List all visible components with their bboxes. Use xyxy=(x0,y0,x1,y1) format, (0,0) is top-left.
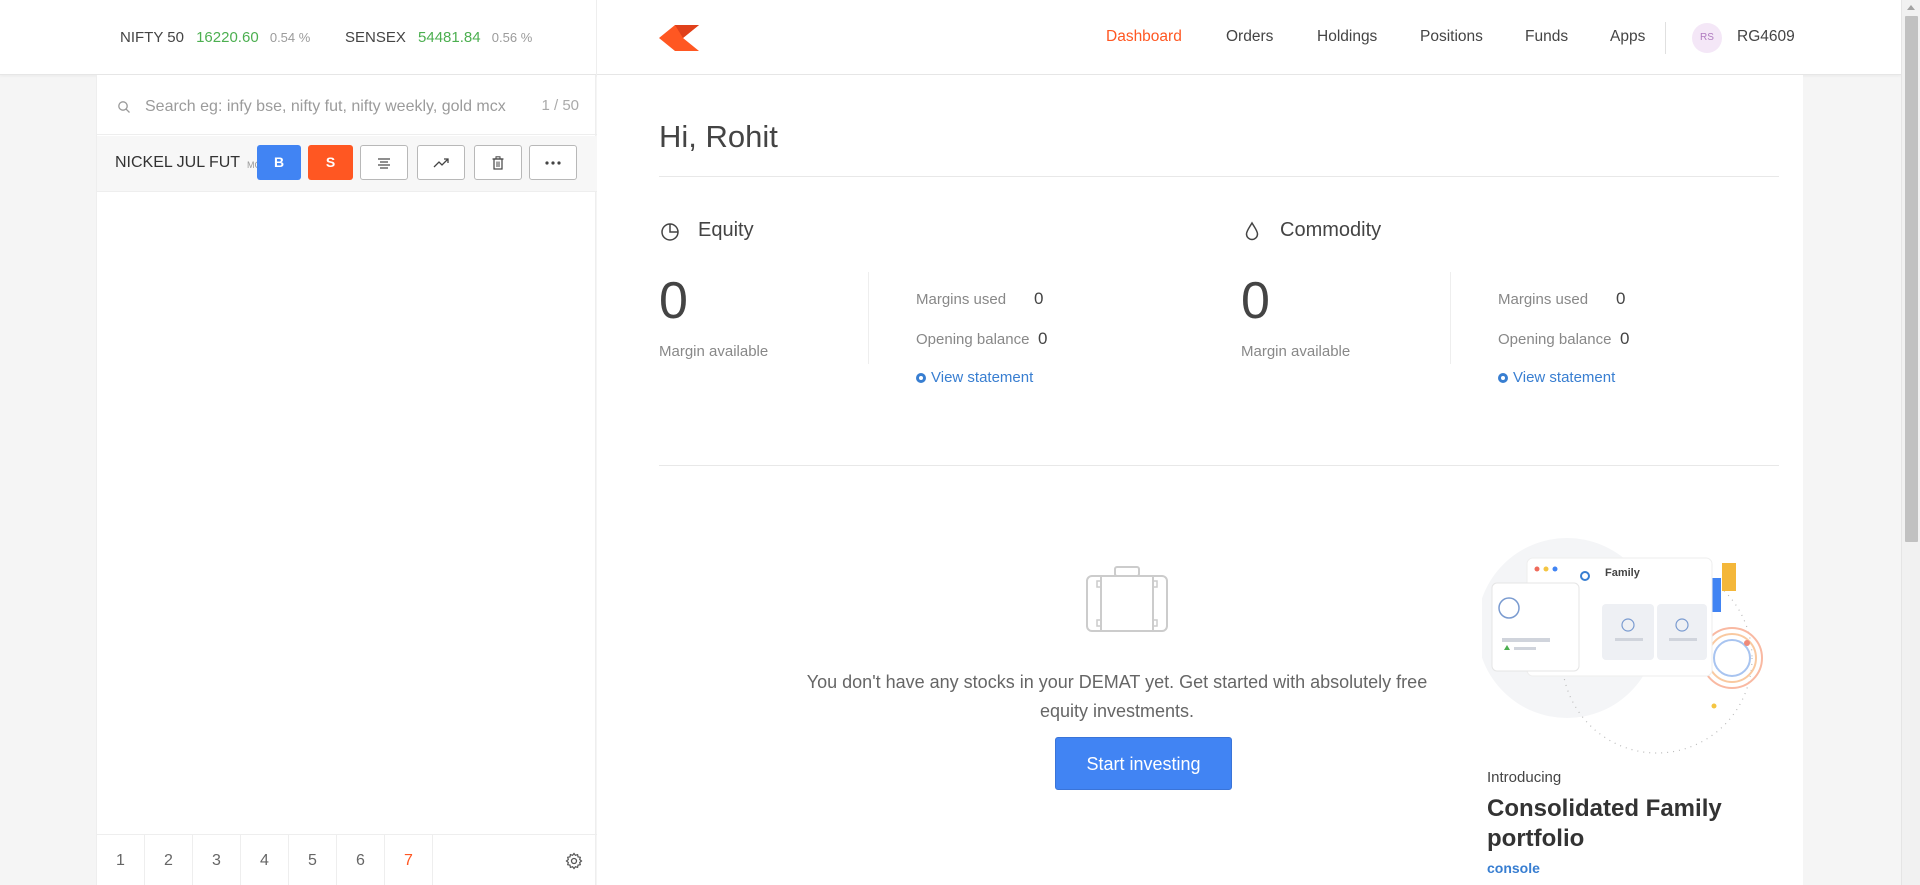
ticker-change: 0.54 % xyxy=(269,30,311,45)
buy-button[interactable]: B xyxy=(257,145,301,180)
user-id[interactable]: RG4609 xyxy=(1737,28,1795,46)
dashboard-main: Hi, Rohit Equity 0 Margin available Comm… xyxy=(597,75,1803,885)
nav-orders[interactable]: Orders xyxy=(1226,28,1273,46)
ticker-sensex[interactable]: SENSEX 54481.84 0.56 % xyxy=(345,29,532,46)
more-options-button[interactable] xyxy=(529,145,577,180)
watchlist-tab-5[interactable]: 5 xyxy=(289,835,337,885)
watchlist-tab-3[interactable]: 3 xyxy=(193,835,241,885)
equity-view-statement-link[interactable]: View statement xyxy=(916,369,1033,386)
settings-gear-icon[interactable] xyxy=(565,852,583,870)
search-input[interactable] xyxy=(145,93,535,121)
market-depth-button[interactable] xyxy=(360,145,408,180)
commodity-margins-used-label: Margins used xyxy=(1498,291,1589,308)
watchlist-tab-4[interactable]: 4 xyxy=(241,835,289,885)
nav-divider xyxy=(1665,22,1666,54)
empty-state-message: You don't have any stocks in your DEMAT … xyxy=(806,672,1428,721)
equity-margin-available: 0 xyxy=(659,272,688,330)
briefcase-icon xyxy=(1086,566,1168,632)
watchlist-pager: 1 2 3 4 5 6 7 xyxy=(97,834,597,885)
commodity-view-statement-link[interactable]: View statement xyxy=(1498,369,1615,386)
commodity-margin-available: 0 xyxy=(1241,272,1270,330)
equity-margin-available-label: Margin available xyxy=(659,343,769,360)
top-header: NIFTY 50 16220.60 0.54 % SENSEX 54481.84… xyxy=(0,0,1901,75)
statement-dot-icon xyxy=(916,373,926,383)
nav-positions[interactable]: Positions xyxy=(1420,28,1483,46)
commodity-margin-available-label: Margin available xyxy=(1241,343,1351,360)
chart-button[interactable] xyxy=(417,145,465,180)
commodity-margins-used: 0 xyxy=(1616,289,1626,308)
divider xyxy=(659,465,1779,466)
equity-margins-used: 0 xyxy=(1034,289,1044,308)
ticker-value: 54481.84 xyxy=(418,29,481,46)
holdings-empty-state: You don't have any stocks in your DEMAT … xyxy=(797,565,1437,885)
watchlist-tab-2[interactable]: 2 xyxy=(145,835,193,885)
pie-chart-icon xyxy=(661,223,679,241)
nav-dashboard[interactable]: Dashboard xyxy=(1106,28,1182,46)
scrollbar-thumb[interactable] xyxy=(1905,16,1918,542)
nav-apps[interactable]: Apps xyxy=(1610,28,1645,46)
user-avatar[interactable]: RS xyxy=(1692,23,1722,53)
market-tickers: NIFTY 50 16220.60 0.54 % SENSEX 54481.84… xyxy=(0,0,597,75)
watchlist-search: 1 / 50 xyxy=(97,75,597,135)
divider xyxy=(1450,272,1451,364)
equity-margins-used-label: Margins used xyxy=(916,291,1007,308)
start-investing-button[interactable]: Start investing xyxy=(1055,737,1232,790)
view-statement-label: View statement xyxy=(1513,369,1616,386)
drop-icon xyxy=(1245,221,1259,241)
promo-card-label: Family xyxy=(1605,567,1640,579)
watchlist-count: 1 / 50 xyxy=(541,97,579,114)
commodity-opening-balance-label: Opening balance xyxy=(1498,331,1612,348)
depth-icon xyxy=(378,157,390,169)
chart-trend-icon xyxy=(433,157,449,167)
console-family-promo[interactable]: Family Introducing Consolidated Family p… xyxy=(1482,538,1767,876)
equity-title: Equity xyxy=(698,219,754,241)
watchlist-tab-7[interactable]: 7 xyxy=(385,835,433,885)
view-statement-label: View statement xyxy=(931,369,1034,386)
watchlist-tab-6[interactable]: 6 xyxy=(337,835,385,885)
commodity-title: Commodity xyxy=(1280,219,1382,241)
nav-funds[interactable]: Funds xyxy=(1525,28,1568,46)
ticker-name: NIFTY 50 xyxy=(120,29,184,46)
statement-dot-icon xyxy=(1498,373,1508,383)
equity-opening-balance: 0 xyxy=(1038,329,1048,348)
ticker-nifty[interactable]: NIFTY 50 16220.60 0.54 % xyxy=(120,29,310,46)
page-title: Hi, Rohit xyxy=(659,119,778,154)
ticker-change: 0.56 % xyxy=(491,30,533,45)
promo-title: Consolidated Family portfolio xyxy=(1487,795,1722,852)
watchlist-item[interactable]: NICKEL JUL FUT MCX 20 B S xyxy=(97,136,597,192)
watchlist-panel: 1 / 50 NICKEL JUL FUT MCX 20 B S xyxy=(96,75,597,885)
ticker-name: SENSEX xyxy=(345,29,406,46)
kite-logo-icon[interactable] xyxy=(659,25,699,51)
delete-button[interactable] xyxy=(474,145,522,180)
ticker-value: 16220.60 xyxy=(196,29,259,46)
commodity-opening-balance: 0 xyxy=(1620,329,1630,348)
instrument-name[interactable]: NICKEL JUL FUT xyxy=(115,154,240,172)
trash-icon xyxy=(492,155,504,170)
search-icon xyxy=(118,101,130,113)
page-scrollbar[interactable] xyxy=(1901,0,1920,885)
console-brand: console xyxy=(1487,860,1540,876)
divider xyxy=(659,176,1779,177)
sell-button[interactable]: S xyxy=(308,145,353,180)
equity-opening-balance-label: Opening balance xyxy=(916,331,1030,348)
watchlist-tab-1[interactable]: 1 xyxy=(97,835,145,885)
nav-holdings[interactable]: Holdings xyxy=(1317,28,1377,46)
more-dots-icon xyxy=(545,160,561,165)
promo-intro: Introducing xyxy=(1487,769,1562,786)
divider xyxy=(868,272,869,364)
scroll-up-arrow-icon[interactable] xyxy=(1907,5,1915,10)
